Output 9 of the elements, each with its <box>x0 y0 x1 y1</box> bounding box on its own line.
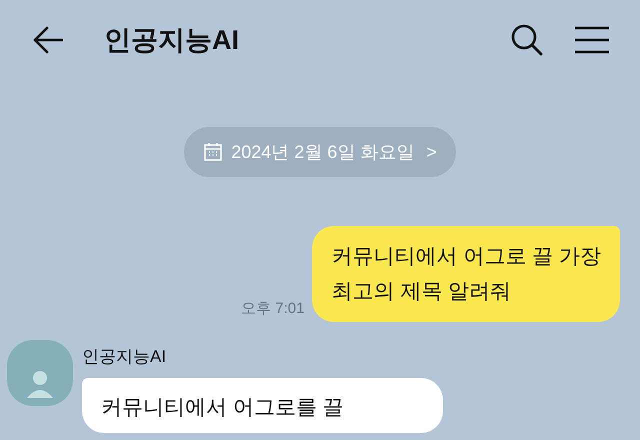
received-message-bubble: 커뮤니티에서 어그로를 끌 <box>82 378 443 432</box>
message-time: 오후 7:01 <box>241 298 304 318</box>
search-button[interactable] <box>510 23 544 57</box>
sent-message-bubble: 커뮤니티에서 어그로 끌 가장 최고의 제목 알려줘 <box>312 226 620 322</box>
back-button[interactable] <box>32 24 64 56</box>
menu-button[interactable] <box>574 25 610 55</box>
calendar-icon <box>203 142 224 162</box>
chat-title: 인공지능AI <box>104 24 240 57</box>
sender-name: 인공지능AI <box>82 346 168 368</box>
